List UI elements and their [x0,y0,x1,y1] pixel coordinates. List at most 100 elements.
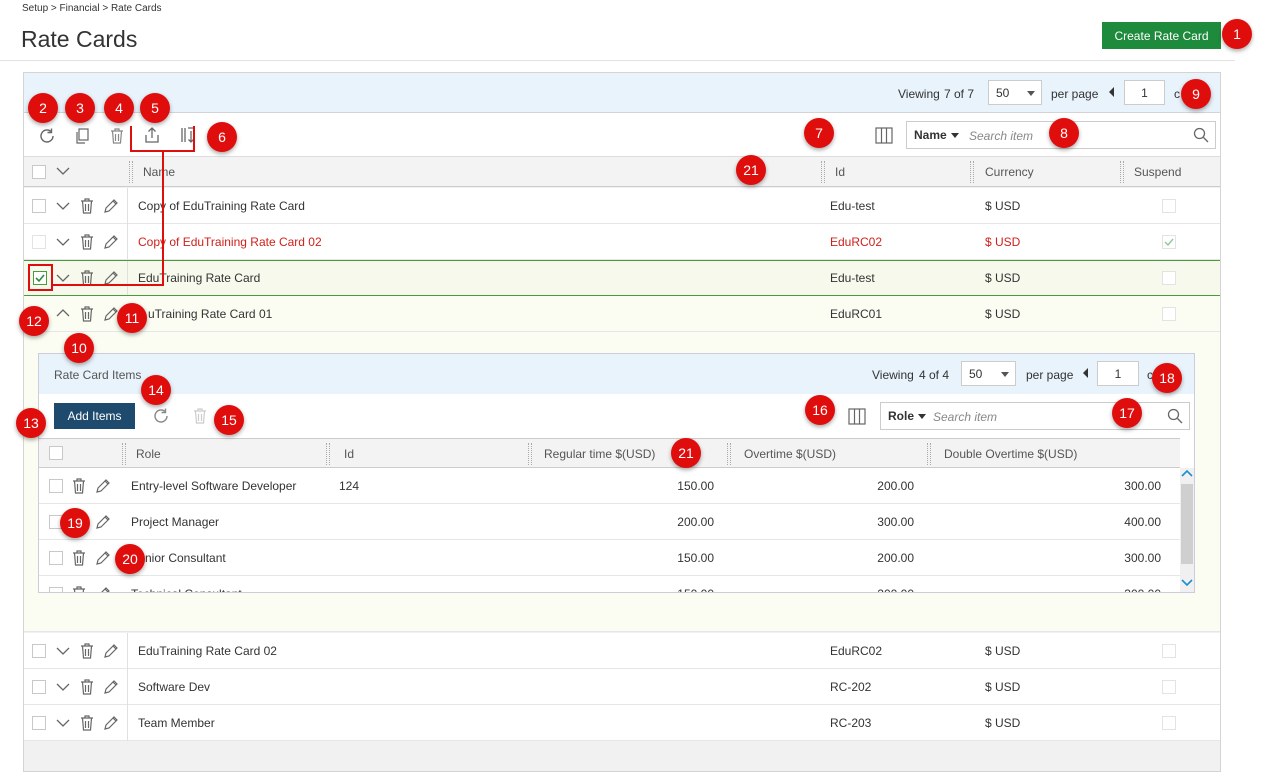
refresh-icon[interactable] [38,127,56,145]
trash-icon[interactable] [71,585,87,592]
annotation-badge: 6 [207,122,237,152]
row-checkbox[interactable] [32,199,46,213]
item-regular: 150.00 [677,478,714,493]
edit-icon[interactable] [94,477,110,495]
sub-table-row[interactable]: Project Manager 200.00 300.00 400.00 [39,504,1180,540]
column-resize-handle[interactable] [1120,161,1124,183]
edit-icon[interactable] [102,305,118,323]
table-row-selected[interactable]: EduTraining Rate Card Edu-test $ USD [24,260,1220,296]
column-resize-handle[interactable] [821,161,825,183]
edit-icon[interactable] [102,233,118,251]
column-resize-handle[interactable] [122,443,126,465]
select-all-checkbox[interactable] [49,446,63,460]
trash-icon[interactable] [71,549,87,567]
row-checkbox[interactable] [32,235,46,249]
trash-icon[interactable] [79,678,95,696]
annotation-line [162,152,164,286]
columns-icon[interactable] [875,127,893,144]
trash-icon[interactable] [79,233,95,251]
chevron-down-icon[interactable] [56,200,70,212]
add-items-button[interactable]: Add Items [54,403,135,429]
trash-icon[interactable] [79,197,95,215]
chevron-down-icon[interactable] [56,236,70,248]
table-row[interactable]: Software Dev RC-202 $ USD [24,669,1220,705]
row-name[interactable]: EduTraining Rate Card 02 [138,633,277,668]
column-header-regular[interactable]: Regular time $(USD) [544,447,655,461]
scroll-down-icon[interactable] [1181,577,1193,591]
row-name[interactable]: uTraining Rate Card 01 [148,296,272,331]
edit-icon[interactable] [94,585,110,592]
columns-icon[interactable] [848,408,866,425]
search-input[interactable]: Search item [933,410,997,424]
table-row[interactable]: Copy of EduTraining Rate Card 02 EduRC02… [24,224,1220,260]
edit-icon[interactable] [102,714,118,732]
row-checkbox[interactable] [49,479,63,493]
sub-table-row[interactable]: nior Consultant 150.00 200.00 300.00 [39,540,1180,576]
prev-page-icon[interactable] [1083,368,1088,378]
row-name[interactable]: EduTraining Rate Card [138,261,260,295]
per-page-select[interactable]: 50 [988,80,1042,105]
row-checkbox[interactable] [32,644,46,658]
search-icon[interactable] [1167,408,1183,424]
edit-icon[interactable] [94,549,110,567]
row-currency: $ USD [985,271,1021,285]
edit-icon[interactable] [94,513,110,531]
column-resize-handle[interactable] [326,443,330,465]
annotation-badge: 17 [1112,398,1142,428]
trash-icon[interactable] [79,642,95,660]
table-row[interactable]: Copy of EduTraining Rate Card Edu-test $… [24,188,1220,224]
column-header-overtime[interactable]: Overtime $(USD) [744,447,836,461]
chevron-down-icon[interactable] [56,645,70,657]
prev-page-icon[interactable] [1109,87,1114,97]
column-header-id[interactable]: Id [344,447,354,461]
trash-icon[interactable] [79,305,95,323]
column-header-suspend[interactable]: Suspend [1134,165,1181,179]
per-page-select[interactable]: 50 [961,361,1016,386]
column-resize-handle[interactable] [129,161,133,183]
search-field-select[interactable]: Role [888,409,927,423]
column-resize-handle[interactable] [970,161,974,183]
trash-icon[interactable] [109,127,125,145]
search-icon[interactable] [1193,127,1209,143]
copy-icon[interactable] [74,127,90,145]
search-field-select[interactable]: Name [914,128,959,142]
column-resize-handle[interactable] [927,443,931,465]
table-row-expanded[interactable]: uTraining Rate Card 01 EduRC01 $ USD [24,296,1220,332]
scrollbar-thumb[interactable] [1181,484,1193,564]
sub-table-row[interactable]: Technical Consultant 150.00 200.00 300.0… [39,576,1180,592]
page-number-input[interactable]: 1 [1124,80,1165,105]
edit-icon[interactable] [102,678,118,696]
trash-icon[interactable] [71,477,87,495]
select-all-checkbox[interactable] [32,165,46,179]
row-checkbox[interactable] [49,587,63,592]
row-checkbox[interactable] [32,716,46,730]
edit-icon[interactable] [102,642,118,660]
chevron-down-icon[interactable] [56,681,70,693]
chevron-up-icon[interactable] [56,307,70,319]
row-name[interactable]: Copy of EduTraining Rate Card 02 [138,224,322,259]
column-header-name[interactable]: Name [143,165,175,179]
table-row[interactable]: EduTraining Rate Card 02 EduRC02 $ USD [24,633,1220,669]
table-row[interactable]: Team Member RC-203 $ USD [24,705,1220,741]
chevron-down-icon[interactable] [56,165,70,177]
chevron-down-icon[interactable] [56,717,70,729]
column-resize-handle[interactable] [528,443,532,465]
edit-icon[interactable] [102,197,118,215]
row-checkbox[interactable] [49,551,63,565]
page-number-input[interactable]: 1 [1097,361,1139,386]
column-header-role[interactable]: Role [136,447,161,461]
row-name[interactable]: Team Member [138,705,215,740]
row-name[interactable]: Software Dev [138,669,210,704]
trash-icon[interactable] [79,714,95,732]
sub-table-row[interactable]: Entry-level Software Developer 124 150.0… [39,468,1180,504]
refresh-icon[interactable] [152,407,170,425]
column-header-currency[interactable]: Currency [985,165,1034,179]
column-header-double-overtime[interactable]: Double Overtime $(USD) [944,447,1077,461]
column-header-id[interactable]: Id [835,165,845,179]
column-resize-handle[interactable] [727,443,731,465]
create-rate-card-button[interactable]: Create Rate Card [1102,22,1221,49]
chevron-down-icon[interactable] [56,272,70,284]
scroll-up-icon[interactable] [1181,467,1193,481]
search-input[interactable]: Search item [969,129,1033,143]
row-checkbox[interactable] [32,680,46,694]
